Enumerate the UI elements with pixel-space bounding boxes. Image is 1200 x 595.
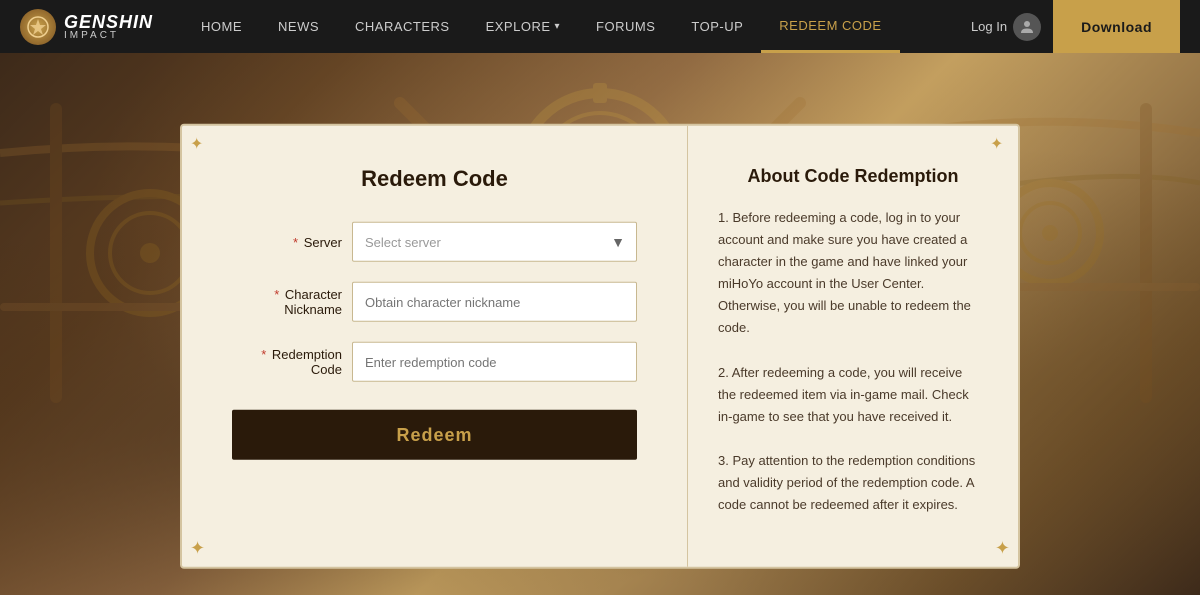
nav-item-top-up[interactable]: TOP-UP [673, 0, 761, 53]
form-title: Redeem Code [232, 166, 637, 192]
nav-item-home[interactable]: HOME [183, 0, 260, 53]
nickname-input[interactable] [352, 282, 637, 322]
hero-section: ✦ Log in to redeem ✦ ✦ Redeem Code * Ser… [0, 53, 1200, 595]
user-avatar-icon [1013, 13, 1041, 41]
logo[interactable]: Genshin Impact [20, 9, 153, 45]
info-text: 1. Before redeeming a code, log in to yo… [718, 207, 983, 527]
download-button[interactable]: Download [1053, 0, 1180, 53]
corner-decoration-tl: ✦ [190, 134, 210, 154]
code-label: * Redemption Code [232, 347, 342, 377]
server-label: * Server [232, 234, 342, 249]
redeem-button[interactable]: Redeem [232, 410, 637, 460]
code-required-star: * [261, 347, 266, 362]
nav-right: Log In Download [971, 0, 1180, 53]
server-required-star: * [293, 234, 298, 249]
nickname-label: * Character Nickname [232, 287, 342, 317]
info-section: About Code Redemption 1. Before redeemin… [688, 126, 1018, 567]
nav-item-explore[interactable]: EXPLORE ▾ [468, 0, 578, 53]
server-select-wrapper: Select server America Europe Asia TW, HK… [352, 222, 637, 262]
explore-chevron-icon: ▾ [555, 21, 561, 32]
nav-links: HOME NEWS CHARACTERS EXPLORE ▾ FORUMS TO… [183, 0, 971, 53]
form-section: Redeem Code * Server Select server Ameri… [182, 126, 688, 567]
server-select[interactable]: Select server America Europe Asia TW, HK… [352, 222, 637, 262]
code-form-group: * Redemption Code [232, 342, 637, 382]
logo-icon [20, 9, 56, 45]
login-button[interactable]: Log In [971, 13, 1041, 41]
logo-text: Genshin Impact [64, 13, 153, 41]
nav-item-characters[interactable]: CHARACTERS [337, 0, 468, 53]
nickname-form-group: * Character Nickname [232, 282, 637, 322]
logo-title-top: Genshin [64, 13, 153, 31]
server-form-group: * Server Select server America Europe As… [232, 222, 637, 262]
info-title: About Code Redemption [718, 166, 988, 187]
logo-title-bottom: Impact [64, 31, 153, 41]
info-scrollable-content[interactable]: 1. Before redeeming a code, log in to yo… [718, 207, 988, 527]
redemption-code-input[interactable] [352, 342, 637, 382]
redeem-modal: ✦ ✦ Redeem Code * Server Select server A… [180, 124, 1020, 569]
nickname-required-star: * [274, 287, 279, 302]
nav-item-redeem-code[interactable]: REDEEM CODE [761, 0, 899, 53]
navbar: Genshin Impact HOME NEWS CHARACTERS EXPL… [0, 0, 1200, 53]
nav-item-news[interactable]: NEWS [260, 0, 337, 53]
nav-item-forums[interactable]: FORUMS [578, 0, 673, 53]
